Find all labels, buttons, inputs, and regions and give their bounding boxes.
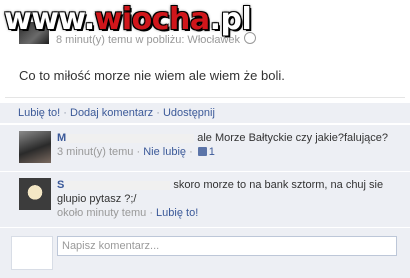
comment-author[interactable]: S: [57, 179, 64, 191]
redacted-name: [64, 180, 171, 190]
comment-author[interactable]: M: [57, 132, 66, 144]
post-header: www.wiocha.pl 8 minut(y) temu w pobliżu:…: [0, 0, 410, 52]
comment-time[interactable]: 3 minut(y) temu: [57, 146, 133, 158]
comment-text: ale Morze Bałtyckie czy jakie?falujące?: [197, 132, 388, 144]
commenter-avatar[interactable]: [19, 178, 51, 210]
like-link[interactable]: Lubię to!: [156, 207, 198, 219]
like-link[interactable]: Lubię to!: [18, 107, 60, 119]
add-comment-link[interactable]: Dodaj komentarz: [70, 107, 153, 119]
own-avatar-placeholder: [11, 236, 53, 270]
commenter-avatar[interactable]: [19, 131, 51, 163]
separator: ·: [63, 107, 70, 119]
post-timestamp-location: 8 minut(y) temu w pobliżu: Włocławek: [56, 34, 241, 46]
globe-icon: [244, 32, 257, 44]
share-link[interactable]: Udostępnij: [163, 107, 215, 119]
post-meta: 8 minut(y) temu w pobliżu: Włocławek: [56, 32, 257, 46]
separator: ·: [156, 107, 163, 119]
comment-input[interactable]: [57, 236, 397, 256]
comment-time[interactable]: około minuty temu: [57, 207, 146, 219]
post-actions-bar: Lubię to! · Dodaj komentarz · Udostępnij: [0, 103, 410, 123]
comment-item: M ale Morze Bałtyckie czy jakie?falujące…: [0, 124, 410, 171]
divider: [5, 97, 405, 98]
post-text: Co to miłość morze nie wiem ale wiem że …: [19, 68, 285, 83]
thumbs-up-icon: [197, 147, 207, 156]
redacted-name: [66, 133, 195, 143]
reply-area: [0, 227, 410, 278]
comment-item: S skoro morze to na bank sztorm, na chuj…: [0, 171, 410, 228]
like-count[interactable]: 1: [209, 146, 215, 158]
unlike-link[interactable]: Nie lubię: [143, 146, 186, 158]
